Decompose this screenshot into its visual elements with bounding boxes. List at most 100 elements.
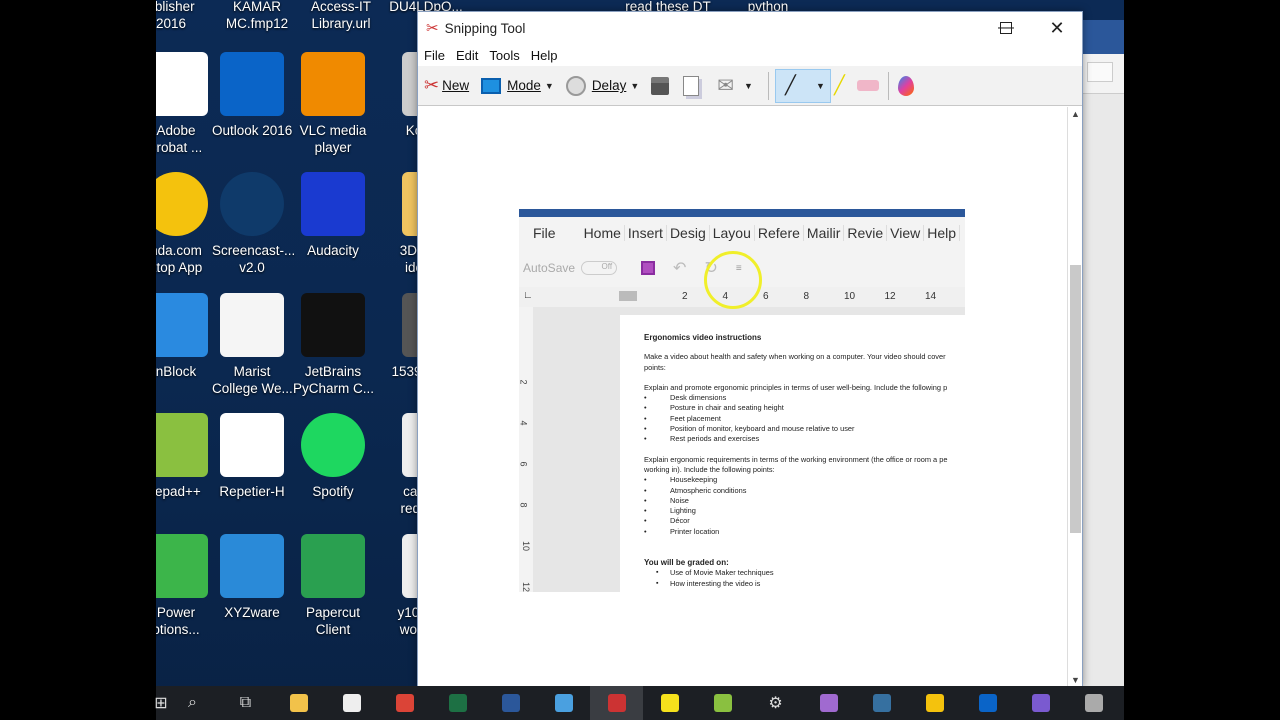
desktop-icon[interactable]: Adobe crobat ... <box>156 52 216 156</box>
repetier-icon <box>220 413 284 477</box>
settings-icon[interactable]: ⚙ <box>749 686 802 720</box>
search-icon[interactable]: ⌕ <box>166 686 219 720</box>
snipping-tool-icon[interactable] <box>590 686 643 720</box>
sticky-notes-icon[interactable] <box>643 686 696 720</box>
ruler-mark: 14 <box>925 291 937 302</box>
list-item: Printer location <box>644 527 965 538</box>
copy-button[interactable] <box>680 69 702 103</box>
desktop-icon[interactable]: nda.com ktop App <box>156 172 216 276</box>
delay-button[interactable]: Delay ▼ <box>563 69 648 103</box>
desktop-icon[interactable]: Audacity <box>293 172 373 259</box>
notepadpp-icon[interactable] <box>696 686 749 720</box>
menu-tools[interactable]: Tools <box>489 48 519 63</box>
document-page: Ergonomics video instructions Make a vid… <box>620 315 965 592</box>
menu-file[interactable]: File <box>424 48 445 63</box>
lynda-icon <box>156 172 208 236</box>
start-icon[interactable]: ⊞ <box>154 686 167 720</box>
list-item: Posture in chair and seating height <box>644 403 965 414</box>
desktop-icon-label[interactable]: ublisher 2016 <box>156 0 216 32</box>
screencast-icon[interactable] <box>537 686 590 720</box>
vertical-scrollbar[interactable]: ▲ ▼ <box>1067 107 1082 687</box>
maximize-button[interactable] <box>1000 22 1012 34</box>
new-button[interactable]: ✂ New <box>421 69 472 103</box>
desktop-icon[interactable]: XYZware <box>212 534 292 621</box>
list-item: Atmospheric conditions <box>644 486 965 497</box>
mode-dropdown-icon[interactable]: ▼ <box>545 81 554 91</box>
ruler-mark: 8 <box>803 291 810 302</box>
send-dropdown-icon[interactable]: ▼ <box>744 81 753 91</box>
excel-icon[interactable] <box>431 686 484 720</box>
desktop-icon[interactable]: Marist College We... <box>212 293 293 397</box>
app-icon[interactable] <box>802 686 855 720</box>
vertical-ruler: 2 4 6 8 10 12 <box>519 307 533 592</box>
tab-selector: ∟ <box>523 290 533 301</box>
file-explorer-icon[interactable] <box>272 686 325 720</box>
vlc-icon <box>301 52 365 116</box>
list-item: How interesting the video is <box>644 579 965 590</box>
menu-edit[interactable]: Edit <box>456 48 478 63</box>
desktop-icon[interactable]: nBlock <box>156 293 216 380</box>
papercut-icon <box>301 534 365 598</box>
desktop-icon-label[interactable]: Access-IT Library.url <box>296 0 386 32</box>
delay-dropdown-icon[interactable]: ▼ <box>630 81 639 91</box>
doc-section-2: Explain ergonomic requirements in terms … <box>644 454 948 464</box>
highlighter-icon: ╱ <box>833 75 845 95</box>
xyzware-icon <box>220 534 284 598</box>
word-tab-design: Desig <box>667 225 710 241</box>
list-item: Desk dimensions <box>644 393 965 404</box>
desktop-icon[interactable]: Outlook 2016 <box>212 52 292 139</box>
desktop-icon-label[interactable]: KAMAR MC.fmp12 <box>212 0 302 32</box>
desktop-icon[interactable]: Power ptions... <box>156 534 216 638</box>
pen-dropdown-icon[interactable]: ▼ <box>816 81 825 91</box>
scrollbar-thumb[interactable] <box>1070 265 1081 533</box>
word-tab-home: Home <box>581 225 625 241</box>
mode-button[interactable]: Mode ▼ <box>472 69 563 103</box>
scissors-icon: ✂ <box>424 75 440 95</box>
ruler-mark: 8 <box>519 502 529 508</box>
desktop-icon[interactable]: JetBrains PyCharm C... <box>293 293 374 397</box>
list-item: Feet placement <box>644 414 965 425</box>
ruler-mark: 12 <box>521 581 532 592</box>
mblock-icon <box>156 293 208 357</box>
lynda-icon[interactable] <box>908 686 961 720</box>
python-file-icon[interactable] <box>855 686 908 720</box>
blank-file-icon[interactable] <box>325 686 378 720</box>
word-tab-help: Help <box>924 225 961 241</box>
toolbar: ✂ New Mode ▼ Delay ▼ ✉ ▼ ╱ ▼ ╱ <box>418 66 1082 106</box>
outlook-icon[interactable] <box>961 686 1014 720</box>
task-view-icon[interactable]: ⧉ <box>219 686 272 720</box>
save-icon <box>641 261 656 275</box>
blank-file-icon <box>220 293 284 357</box>
send-snip-button[interactable]: ✉ ▼ <box>714 69 762 103</box>
desktop-icon[interactable]: Repetier-H <box>212 413 292 500</box>
desktop-icon[interactable]: VLC media player <box>293 52 373 156</box>
snipping-tool-window: ✂ Snipping Tool — ✕ File Edit Tools Help… <box>417 11 1083 687</box>
floppy-disk-icon <box>651 76 670 95</box>
desktop-icon[interactable]: tepad++ <box>156 413 216 500</box>
word-tab-review: Revie <box>844 225 888 241</box>
doc-intro: Make a video about health and safety whe… <box>644 352 946 362</box>
share-icon[interactable] <box>1087 62 1113 82</box>
highlighter-button[interactable]: ╱ <box>831 69 848 103</box>
pen-button[interactable]: ╱ ▼ <box>774 68 831 103</box>
desktop-icon[interactable]: Screencast-... v2.0 <box>212 172 295 276</box>
doc-heading: Ergonomics video instructions <box>644 333 762 342</box>
menu-help[interactable]: Help <box>531 48 558 63</box>
autosave-toggle: Off <box>581 261 618 275</box>
word-title-bar <box>519 209 965 217</box>
visual-studio-icon[interactable] <box>1014 686 1067 720</box>
eraser-button[interactable] <box>854 69 882 103</box>
desktop-icon[interactable]: Papercut Client <box>293 534 373 638</box>
desktop-icon[interactable]: Spotify <box>293 413 373 500</box>
separator <box>767 71 769 100</box>
title-bar: ✂ Snipping Tool — ✕ <box>418 12 1082 44</box>
scroll-up-icon[interactable]: ▲ <box>1068 109 1083 119</box>
scroll-down-icon[interactable]: ▼ <box>1068 675 1083 685</box>
eraser-icon <box>856 80 879 91</box>
kodu-icon[interactable] <box>1067 686 1120 720</box>
close-button[interactable]: ✕ <box>1032 12 1082 44</box>
word-icon[interactable] <box>484 686 537 720</box>
paint3d-button[interactable] <box>895 69 917 103</box>
chrome-icon[interactable] <box>378 686 431 720</box>
save-button[interactable] <box>648 69 672 103</box>
